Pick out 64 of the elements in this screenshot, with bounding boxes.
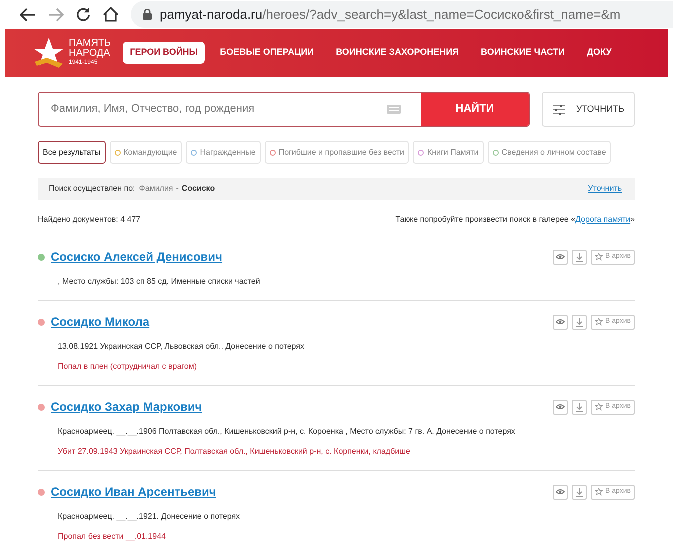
person-name-link[interactable]: Сосидко Иван Арсентьевич [51,483,216,501]
star-icon [594,488,603,496]
gallery-hint: Также попробуйте произвести поиск в галерее «Дорога памяти» [396,214,635,226]
sliders-icon [552,104,564,114]
forward-icon[interactable] [48,8,64,22]
query-separator: - [176,183,179,195]
back-icon[interactable] [20,8,36,22]
eye-icon [556,404,565,410]
download-icon [576,252,583,262]
record-details: Красноармеец. __.__.1906 Полтавская обл., Кишеньковский р-н, с. Короенка , Место службы: 7 гв. А. Донесение о потерях [58,426,516,438]
logo-title: НАРОДА [69,48,112,58]
filter-chip[interactable]: Погибшие и пропавшие без вести [264,141,410,164]
eye-icon [556,319,565,325]
star-icon [594,318,603,326]
home-icon[interactable] [103,7,119,22]
record-details: , Место службы: 103 сп 85 сд. Именные списки частей [58,276,262,288]
download-button[interactable] [572,484,587,500]
refine-button[interactable]: УТОЧНИТЬ [542,92,635,127]
download-icon [576,488,583,496]
download-button[interactable] [572,400,587,414]
address-bar[interactable]: pamyat-naroda.ru/heroes/?adv_search=y&last_name=Сосиско&first_name=&m [131,1,673,28]
download-icon [576,318,583,326]
view-button[interactable] [552,250,568,264]
view-button[interactable] [552,314,568,330]
nav-tab[interactable]: ВОИНСКИЕ ЧАСТИ [474,42,572,64]
lock-icon [143,9,152,20]
download-button[interactable] [572,250,587,264]
view-button[interactable] [552,484,568,500]
logo-title: ПАМЯТЬ [69,38,112,48]
record-details: Красноармеец. __.__.1921. Донесение о потерях [58,511,242,523]
url-text: pamyat-naroda.ru/heroes/?adv_search=y&last_name=Сосиско&first_name=&m [160,6,621,24]
refine-link[interactable]: Уточнить [588,183,622,195]
record-status: Пропал без вести __.01.1944 [58,531,167,543]
eye-icon [556,254,565,260]
person-name-link[interactable]: Сосидко Микола [51,313,150,331]
nav-tab[interactable]: ДОКУ [580,42,619,64]
download-icon [576,402,583,412]
nav-tab[interactable]: ГЕРОИ ВОЙНЫ [123,42,206,64]
person-name-link[interactable]: Сосиско Алексей Денисович [51,248,223,266]
search-field[interactable]: Фамилия, Имя, Отчество, год рождения НАЙТИ [38,92,530,127]
person-name-link[interactable]: Сосидко Захар Маркович [51,398,202,416]
find-button[interactable]: НАЙТИ [421,93,529,126]
query-value: Сосиско [182,183,216,195]
filter-chip[interactable]: Книги Памяти [413,141,484,164]
filter-chip[interactable]: Сведения о личном составе [488,141,612,164]
filter-chip[interactable]: Все результаты [38,141,106,164]
download-button[interactable] [572,314,587,330]
record-details: 13.08.1921 Украинская ССР, Львовская обл.. Донесение о потерях [58,341,306,353]
record-status: Попал в плен (сотрудничал с врагом) [58,361,198,373]
reload-icon[interactable] [76,7,91,22]
query-field: Фамилия [139,183,174,195]
nav-tab[interactable]: ВОИНСКИЕ ЗАХОРОНЕНИЯ [329,42,466,64]
star-icon [594,403,603,411]
query-label: Поиск осуществлен по: [49,183,136,195]
found-count: Найдено документов: 4 477 [38,214,141,226]
star-icon [594,253,603,261]
view-button[interactable] [552,400,568,414]
gallery-link[interactable]: Дорога памяти [576,215,631,224]
nav-tab[interactable]: БОЕВЫЕ ОПЕРАЦИИ [213,42,322,64]
star-ribbon-logo-icon [33,36,65,70]
record-status: Убит 27.09.1943 Украинская ССР, Полтавская обл., Кишеньковский р-н, с. Корпенки, кладбише [58,446,412,458]
filter-chip[interactable]: Награжденные [186,141,261,164]
filter-chip[interactable]: Командующие [110,141,182,164]
eye-icon [556,489,565,495]
